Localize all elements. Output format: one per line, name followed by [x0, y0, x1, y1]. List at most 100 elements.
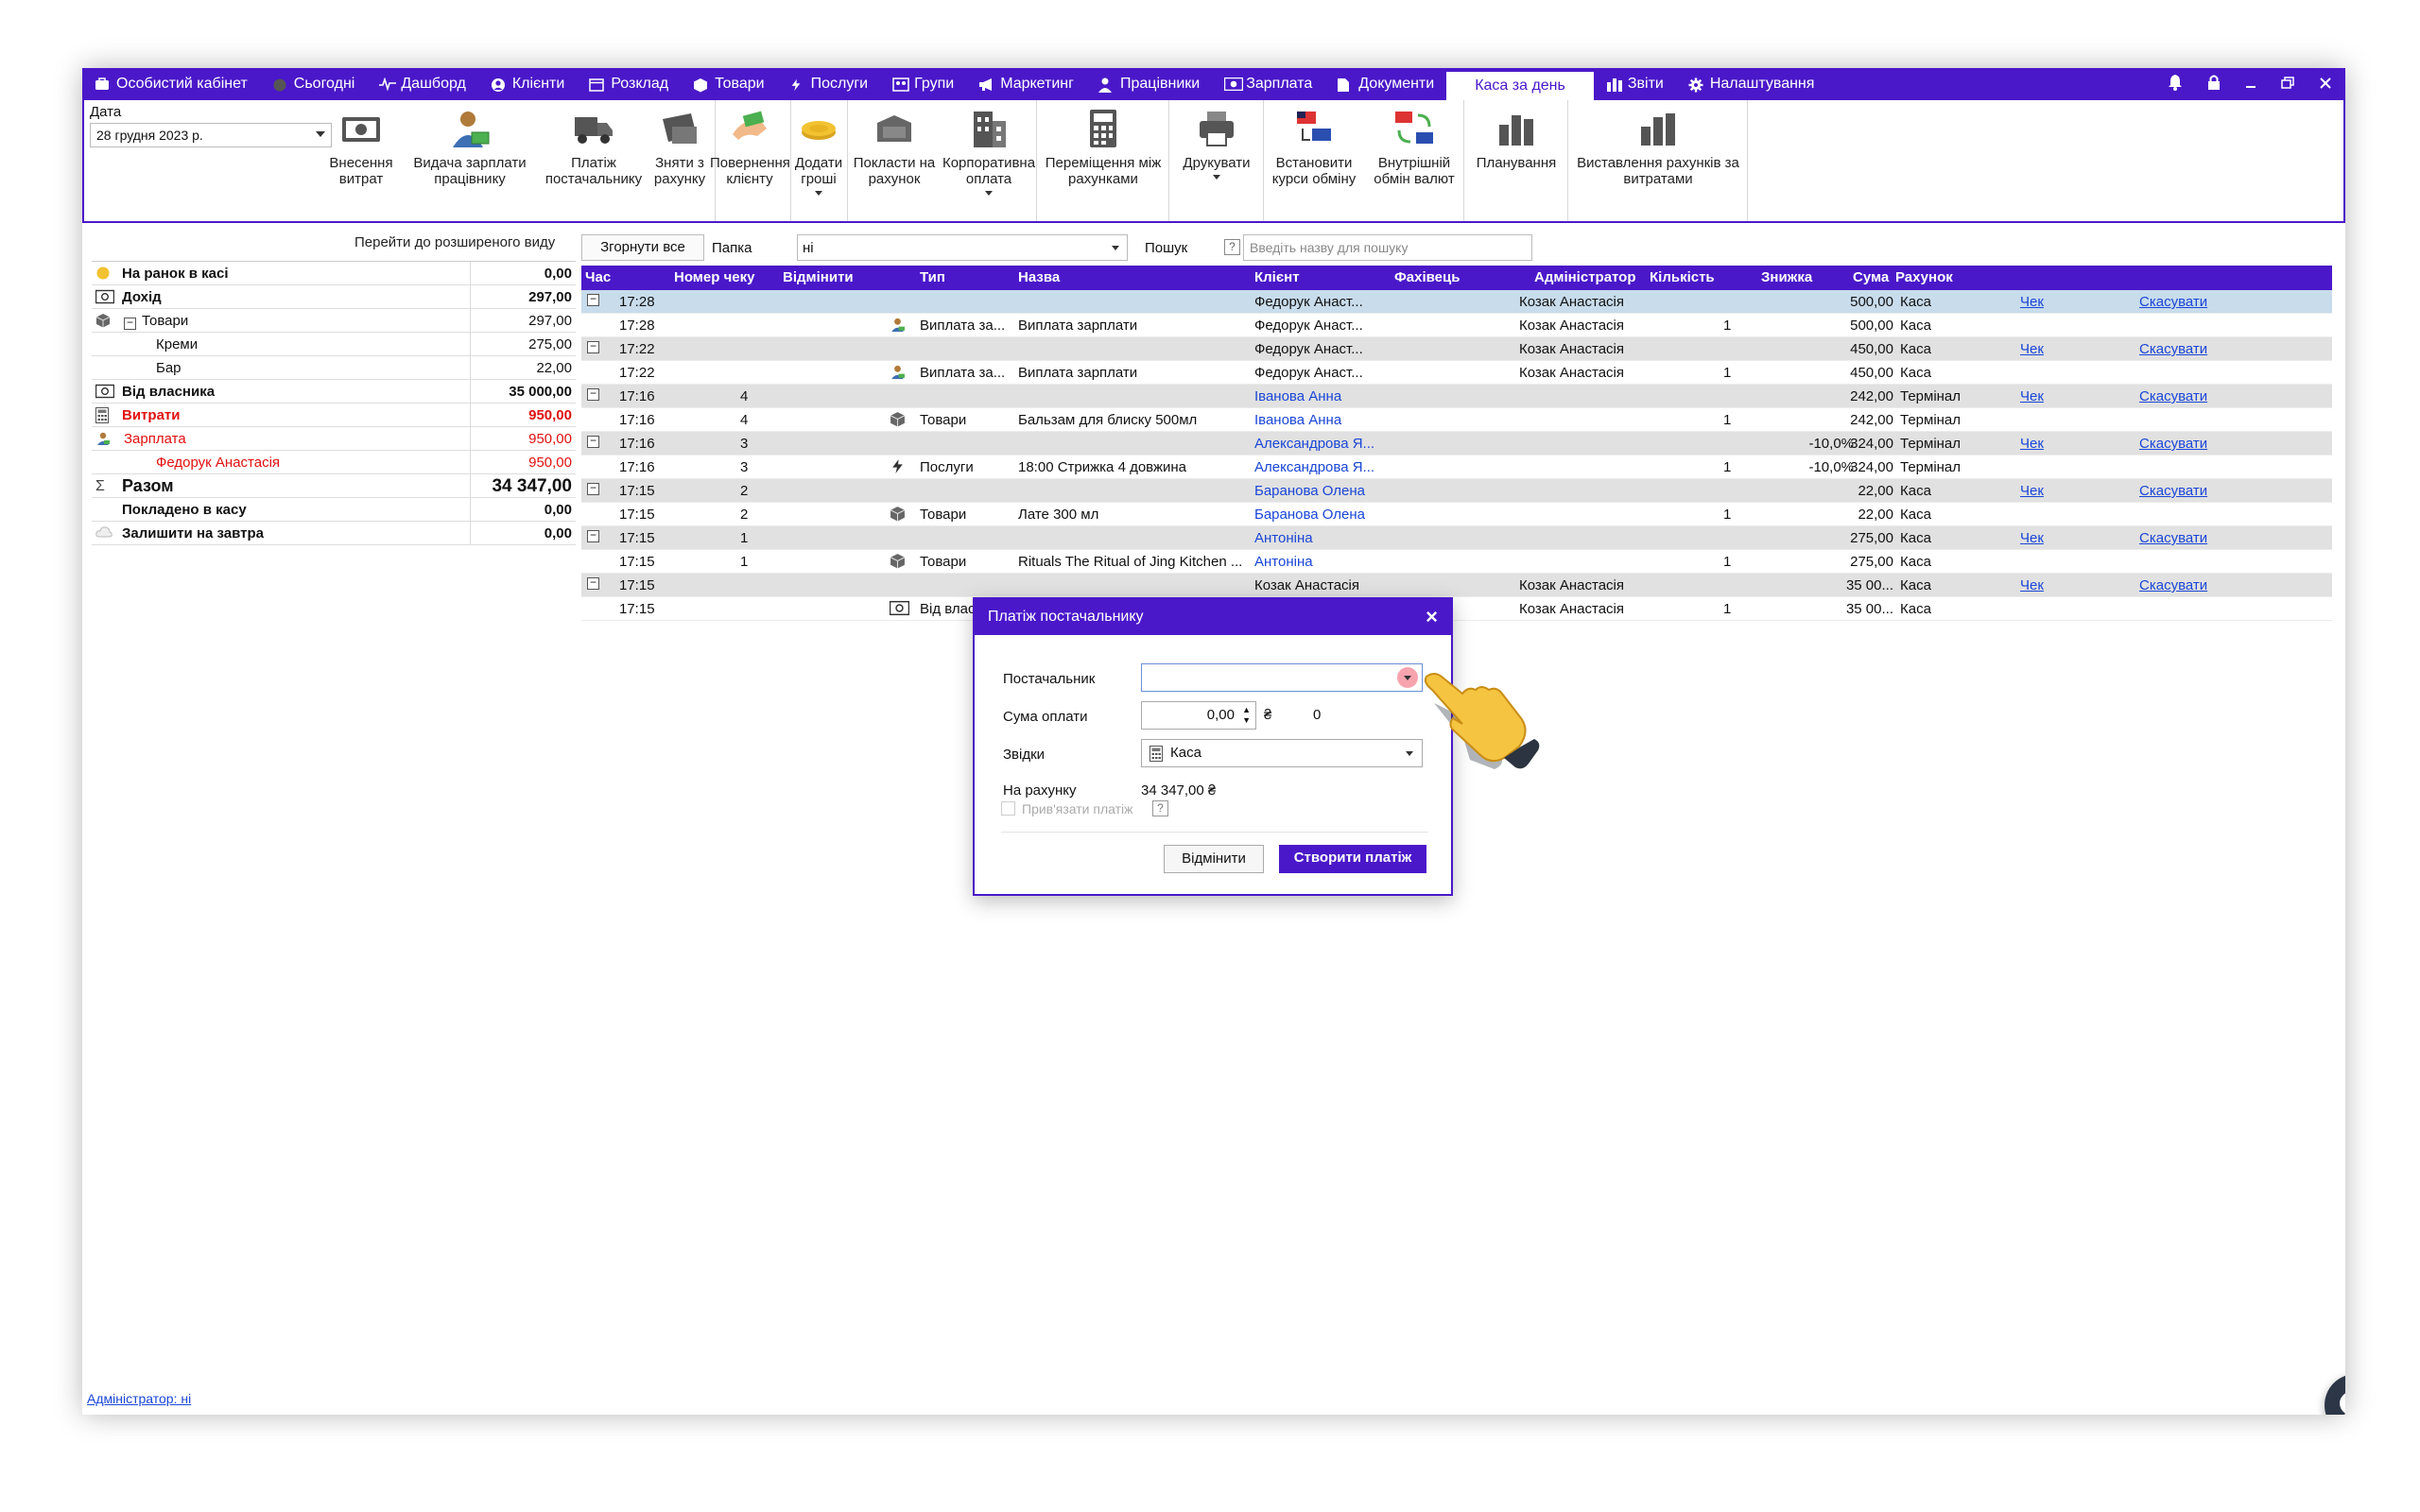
bell-icon[interactable] [2168, 74, 2183, 95]
tab-2[interactable]: Дашборд [367, 68, 478, 100]
receipt-link[interactable]: Чек [2020, 483, 2044, 499]
client-cell[interactable]: Баранова Олена [1254, 507, 1365, 523]
cancel-link[interactable]: Скасувати [2139, 577, 2207, 593]
date-picker[interactable]: 28 грудня 2023 р. [90, 123, 332, 147]
cancel-link[interactable]: Скасувати [2139, 483, 2207, 499]
tab-10[interactable]: Зарплата [1212, 68, 1324, 100]
toolbar-button-11[interactable]: Внутрішній обмін валют [1364, 100, 1464, 221]
table-row[interactable]: − 17:15 Козак Анастасія Козак Анастасія 35 0… [581, 574, 2332, 597]
tab-0[interactable]: Особистий кабінет [82, 68, 260, 100]
toolbar-button-12[interactable]: Планування [1464, 100, 1568, 221]
cancel-link[interactable]: Скасувати [2139, 388, 2207, 404]
table-row[interactable]: 17:15 2 Товари Лате 300 мл Баранова Олена 1 22… [581, 503, 2332, 526]
tab-1[interactable]: Сьогодні [260, 68, 368, 100]
table-row[interactable]: −17:16 3 Александрова Я... -10,0% 324,00 Терм… [581, 432, 2332, 455]
toolbar-button-3[interactable]: Зняти з рахунку [649, 100, 710, 221]
toolbar-button-10[interactable]: Встановити курси обміну [1264, 100, 1364, 221]
toolbar-button-1[interactable]: Видача зарплати працівнику [402, 100, 538, 221]
source-select[interactable]: Каса [1141, 739, 1423, 767]
client-cell[interactable]: Іванова Анна [1254, 412, 1341, 428]
collapse-toggle[interactable]: − [587, 482, 599, 495]
table-row[interactable]: 17:15 Від власн... Козак Анастасія 1 35 00..… [581, 597, 2332, 621]
cancel-link[interactable]: Скасувати [2139, 294, 2207, 310]
receipt-link[interactable]: Чек [2020, 530, 2044, 546]
cancel-link[interactable]: Скасувати [2139, 530, 2207, 546]
tab-9[interactable]: Працівники [1086, 68, 1212, 100]
column-header[interactable]: Знижка [1761, 269, 1812, 285]
client-cell[interactable]: Баранова Олена [1254, 483, 1365, 499]
table-row[interactable]: − 17:16 4 Іванова Анна 242,00 Термінал Чек Скас… [581, 385, 2332, 408]
collapse-toggle[interactable]: − [587, 293, 599, 306]
tab-6[interactable]: Послуги [777, 68, 881, 100]
folder-select[interactable]: ні [797, 234, 1128, 261]
receipt-link[interactable]: Чек [2020, 341, 2044, 357]
close-icon[interactable]: × [1426, 599, 1438, 635]
tab-11[interactable]: Документи [1324, 68, 1446, 100]
column-header[interactable]: Сума [1853, 269, 1889, 285]
advanced-view-link[interactable]: Перейти до розширеного виду [354, 234, 555, 250]
column-header[interactable]: Клієнт [1254, 269, 1300, 285]
summary-row[interactable]: Дохід 297,00 [92, 284, 576, 309]
table-row[interactable]: − 17:15 1 Антоніна 275,00 Каса Чек Скасувати [581, 526, 2332, 550]
create-payment-button[interactable]: Створити платіж [1279, 845, 1426, 873]
table-row[interactable]: 17:15 1 Товари Rituals The Ritual of Jing K… [581, 550, 2332, 574]
receipt-link[interactable]: Чек [2020, 388, 2044, 404]
supplier-combobox[interactable] [1141, 663, 1423, 692]
receipt-link[interactable]: Чек [2020, 436, 2044, 452]
table-row[interactable]: − 17:28 Федорук Анаст... Козак Анастасія 500… [581, 290, 2332, 314]
column-header[interactable]: Рахунок [1895, 269, 1953, 285]
tab-8[interactable]: Маркетинг [966, 68, 1086, 100]
stepper-icon[interactable]: ▲ ▼ [1242, 705, 1251, 726]
toolbar-button-6[interactable]: Покласти на рахунок [848, 100, 941, 221]
tab-13[interactable]: Звіти [1594, 68, 1676, 100]
tab-12[interactable]: Каса за день [1446, 72, 1594, 100]
receipt-link[interactable]: Чек [2020, 294, 2044, 310]
summary-row[interactable]: − Товари 297,00 [92, 308, 576, 333]
tab-4[interactable]: Розклад [577, 68, 681, 100]
collapse-toggle[interactable]: − [124, 317, 136, 330]
summary-row[interactable]: Бар 22,00 [92, 355, 576, 380]
table-row[interactable]: 17:28 Виплата за... Виплата зарплати Федору… [581, 314, 2332, 337]
tab-7[interactable]: Групи [880, 68, 966, 100]
cancel-link[interactable]: Скасувати [2139, 436, 2207, 452]
toolbar-button-13[interactable]: Виставлення рахунків за витратами [1568, 100, 1748, 221]
summary-row[interactable]: Зарплата 950,00 [92, 426, 576, 451]
search-input[interactable]: Введіть назву для пошуку [1243, 234, 1532, 261]
chevron-down-icon[interactable] [815, 191, 822, 196]
table-row[interactable]: 17:16 4 Товари Бальзам для блиску 500мл Іван… [581, 408, 2332, 432]
collapse-toggle[interactable]: − [587, 576, 599, 590]
toolbar-button-7[interactable]: Корпоративна оплата [941, 100, 1037, 221]
toolbar-button-2[interactable]: Платіж постачальнику [538, 100, 649, 221]
toolbar-button-4[interactable]: Повернення клієнту [710, 100, 790, 221]
summary-row[interactable]: Залишити на завтра 0,00 [92, 521, 576, 545]
client-cell[interactable]: Антоніна [1254, 554, 1313, 570]
summary-row[interactable]: Σ Разом 34 347,00 [92, 473, 576, 498]
collapse-all-button[interactable]: Згорнути все [581, 234, 704, 261]
toolbar-button-9[interactable]: Друкувати [1169, 100, 1264, 221]
lock-icon[interactable] [2207, 74, 2221, 95]
chevron-down-icon[interactable] [1213, 175, 1220, 180]
collapse-toggle[interactable]: − [587, 340, 599, 353]
client-cell[interactable]: Антоніна [1254, 530, 1313, 546]
link-payment-checkbox[interactable] [1001, 801, 1015, 816]
column-header[interactable]: Адміністратор [1534, 269, 1636, 285]
summary-row[interactable]: Федорук Анастасія 950,00 [92, 450, 576, 474]
tab-14[interactable]: Налаштування [1676, 68, 1827, 100]
summary-row[interactable]: Від власника 35 000,00 [92, 379, 576, 404]
toolbar-button-0[interactable]: Внесення витрат [320, 100, 402, 221]
collapse-toggle[interactable]: − [587, 387, 599, 401]
summary-row[interactable]: Витрати 950,00 [92, 403, 576, 427]
help-icon[interactable]: ? [1224, 239, 1240, 255]
client-cell[interactable]: Александрова Я... [1254, 459, 1374, 475]
receipt-link[interactable]: Чек [2020, 577, 2044, 593]
cancel-button[interactable]: Відмінити [1164, 845, 1264, 873]
collapse-toggle[interactable]: − [587, 529, 599, 542]
client-cell[interactable]: Іванова Анна [1254, 388, 1341, 404]
summary-row[interactable]: Креми 275,00 [92, 332, 576, 356]
summary-row[interactable]: На ранок в касі 0,00 [92, 261, 576, 285]
column-header[interactable]: Відмінити [783, 269, 854, 285]
table-row[interactable]: − 17:22 Федорук Анаст... Козак Анастасія 450… [581, 337, 2332, 361]
restore-icon[interactable] [2281, 75, 2294, 94]
minimize-icon[interactable] [2245, 75, 2256, 94]
toolbar-button-5[interactable]: Додати гроші [789, 100, 848, 221]
